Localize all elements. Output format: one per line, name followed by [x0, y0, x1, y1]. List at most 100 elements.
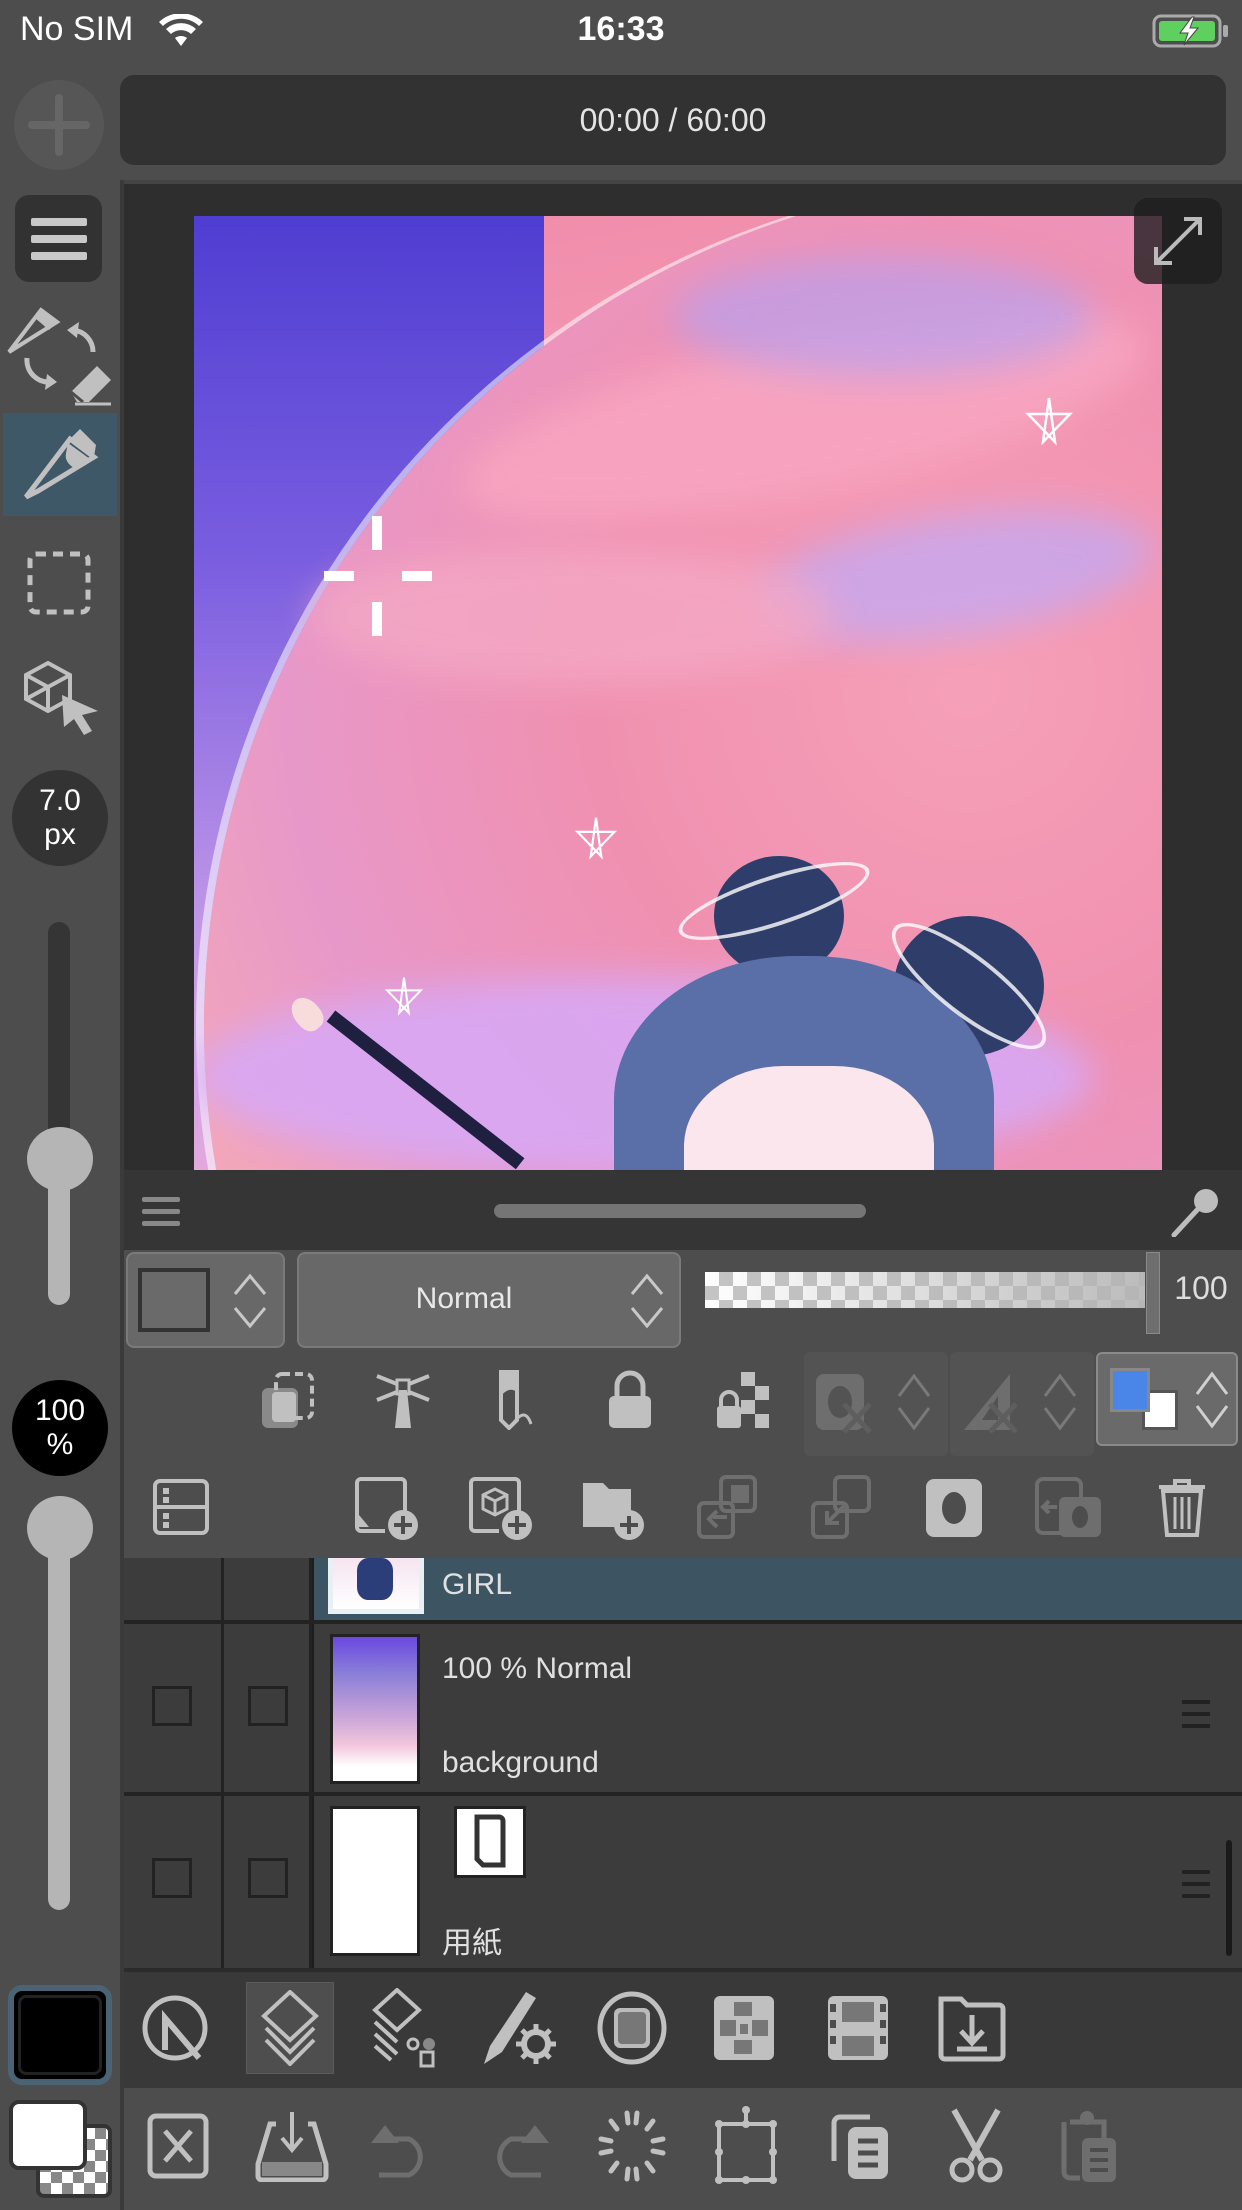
color-circle-palette-button[interactable] — [588, 1982, 676, 2074]
main-menu-button[interactable] — [15, 195, 102, 282]
drag-handle-icon[interactable] — [1182, 1698, 1210, 1730]
add-button[interactable] — [14, 80, 104, 170]
layer-color-picker[interactable] — [126, 1252, 285, 1348]
draft-layer-button[interactable] — [482, 1365, 552, 1435]
pin-icon — [1171, 1189, 1218, 1237]
paper-layer-badge — [454, 1806, 526, 1878]
lock-transparency-button[interactable] — [708, 1365, 778, 1435]
undo-icon — [371, 2125, 423, 2178]
layer-row-girl[interactable]: GIRL — [124, 1558, 1242, 1620]
transform-button[interactable] — [702, 2100, 790, 2192]
new-raster-layer-button[interactable] — [350, 1470, 426, 1546]
sub-color-swatch[interactable] — [9, 2100, 87, 2170]
redo-button — [472, 2100, 560, 2192]
apply-mask-icon — [1035, 1477, 1101, 1537]
layer-thumbnail — [330, 1634, 420, 1784]
pen-tool-button[interactable] — [3, 413, 117, 516]
chevron-updown-icon — [897, 1373, 931, 1431]
fill-icon — [255, 2112, 329, 2182]
layer-name: background — [442, 1746, 599, 1779]
paste-icon — [1061, 2111, 1116, 2182]
layer-list[interactable]: GIRL 100 % Normal background 用紙 — [124, 1558, 1242, 1968]
layer-row-background[interactable]: 100 % Normal background — [124, 1624, 1242, 1792]
layer-info: 100 % Normal — [442, 1652, 633, 1685]
clock: 16:33 — [577, 10, 665, 48]
layer-list-scrollbar[interactable] — [1226, 1840, 1232, 1956]
brush-size-value: 7.0 — [39, 784, 81, 817]
3d-object-tool-button[interactable] — [22, 655, 102, 735]
main-color-swatch[interactable] — [8, 1985, 112, 2085]
reference-layer-button[interactable] — [368, 1365, 438, 1435]
brush-opacity-value: 100 — [34, 1394, 86, 1427]
layer-color-toggle[interactable] — [1096, 1352, 1238, 1446]
navigator-button[interactable] — [132, 1982, 220, 2074]
material-palette-button[interactable] — [700, 1982, 788, 2074]
new-3d-layer-icon — [469, 1477, 532, 1540]
import-button[interactable] — [928, 1982, 1016, 2074]
pen-eraser-switch-button[interactable] — [5, 300, 115, 410]
layer-edit-target-checkbox[interactable] — [248, 1686, 288, 1726]
selection-tool-button[interactable] — [26, 550, 92, 616]
import-icon — [938, 1996, 1006, 2062]
navigator-icon — [142, 1995, 208, 2061]
lock-layer-button[interactable] — [595, 1365, 665, 1435]
chevron-updown-icon — [629, 1272, 665, 1330]
drag-handle-icon[interactable] — [1182, 1868, 1210, 1900]
ruler-disabled-icon — [964, 1374, 1018, 1434]
layer-property-panel-button[interactable] — [148, 1474, 214, 1540]
delete-layer-button[interactable] — [1144, 1470, 1220, 1546]
copy-icon — [831, 2114, 888, 2179]
brush-opacity-slider-knob[interactable] — [27, 1496, 93, 1560]
fullscreen-button[interactable] — [1134, 198, 1222, 284]
expand-icon — [1154, 217, 1202, 265]
new-folder-button[interactable] — [576, 1470, 652, 1546]
cut-button[interactable] — [932, 2100, 1020, 2192]
layer-panel-menu-button[interactable] — [142, 1195, 180, 1227]
layer-color-swatch — [138, 1268, 210, 1332]
brush-size-indicator[interactable]: 7.0 px — [12, 770, 108, 866]
brush-opacity-indicator[interactable]: 100 % — [12, 1380, 108, 1476]
chevron-updown-icon — [1195, 1371, 1229, 1429]
clear-button[interactable] — [134, 2100, 222, 2192]
delete-icon — [1159, 1479, 1205, 1537]
layer-opacity-slider-handle[interactable] — [1146, 1252, 1160, 1334]
clipping-icon — [262, 1372, 314, 1428]
layer-property-icon — [153, 1479, 209, 1535]
blend-mode-value: Normal — [415, 1282, 513, 1315]
transform-icon — [715, 2106, 777, 2184]
layer-property-palette-button[interactable] — [362, 1982, 450, 2074]
timeline-palette-button[interactable] — [814, 1982, 902, 2074]
layers-icon — [261, 1990, 319, 2066]
layer-edit-target-checkbox[interactable] — [248, 1858, 288, 1898]
tool-property-palette-button[interactable] — [476, 1982, 564, 2074]
layer-palette-button[interactable] — [246, 1982, 334, 2074]
hamburger-icon — [30, 217, 87, 260]
pin-panel-button[interactable] — [1170, 1185, 1222, 1237]
fill-button[interactable] — [248, 2100, 336, 2192]
cube-cursor-icon — [24, 660, 98, 735]
blend-mode-select[interactable]: Normal — [297, 1252, 681, 1348]
layer-opacity-value: 100 — [1174, 1270, 1228, 1306]
brush-opacity-slider-track[interactable] — [48, 1530, 70, 1910]
chevron-updown-icon — [232, 1272, 268, 1330]
brush-size-slider-knob[interactable] — [27, 1127, 93, 1192]
brush-size-slider-track[interactable] — [48, 922, 70, 1160]
copy-button[interactable] — [818, 2100, 906, 2192]
create-mask-icon — [926, 1479, 982, 1537]
layer-visibility-checkbox[interactable] — [152, 1686, 192, 1726]
layer-visibility-checkbox[interactable] — [152, 1858, 192, 1898]
undo-button — [360, 2100, 448, 2192]
panel-drag-handle[interactable] — [494, 1204, 866, 1218]
clear-icon — [147, 2113, 209, 2179]
create-mask-button[interactable] — [916, 1470, 992, 1546]
draft-layer-icon — [499, 1370, 533, 1430]
pen-icon — [24, 428, 99, 499]
plus-icon — [28, 94, 90, 156]
layer-opacity-slider[interactable] — [705, 1272, 1145, 1308]
transfer-to-lower-layer-button — [690, 1470, 766, 1546]
new-3d-layer-button[interactable] — [464, 1470, 540, 1546]
layer-row-paper[interactable]: 用紙 — [124, 1796, 1242, 1964]
mask-toggle-disabled — [804, 1352, 948, 1456]
artwork-canvas[interactable] — [194, 216, 1162, 1170]
clipping-button[interactable] — [255, 1365, 325, 1435]
